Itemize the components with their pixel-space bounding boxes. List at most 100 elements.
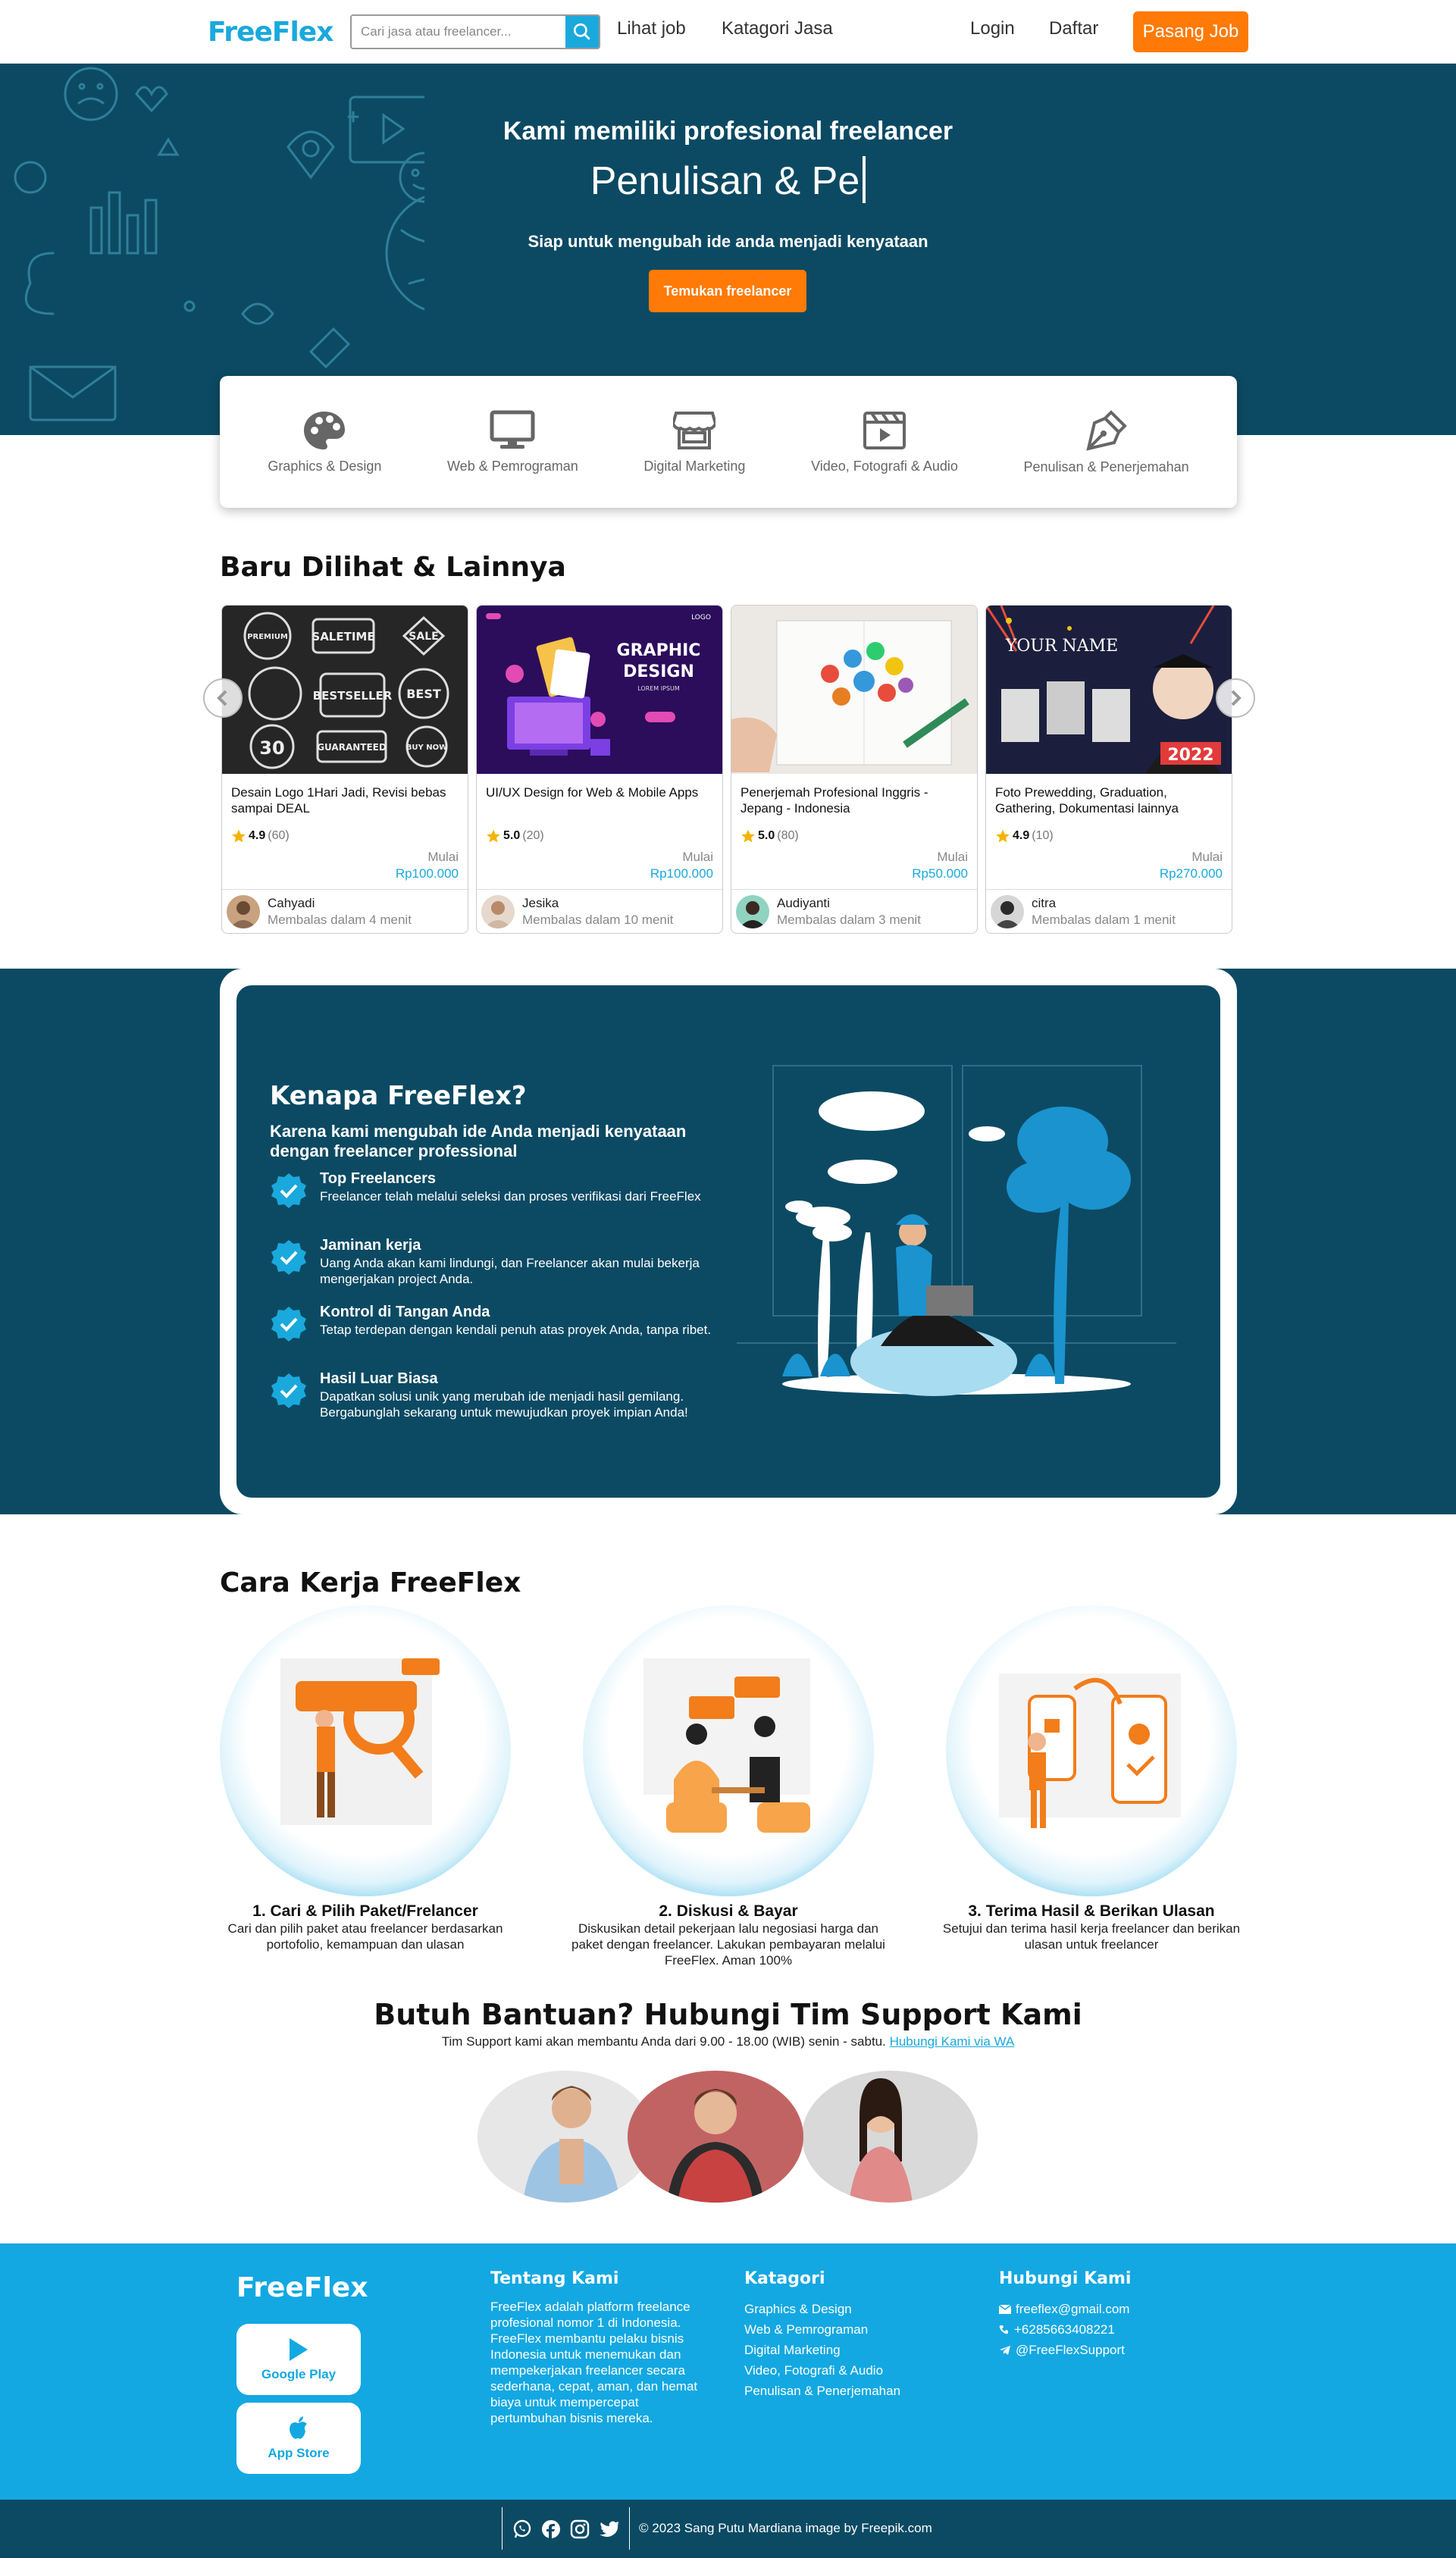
- carousel-prev-button[interactable]: [203, 678, 243, 718]
- telegram-text: @FreeFlexSupport: [1016, 2343, 1125, 2357]
- graphic-text: GRAPHIC: [617, 641, 701, 660]
- step-desc: Cari dan pilih paket atau freelancer ber…: [227, 1921, 503, 1952]
- service-title[interactable]: Foto Prewedding, Graduation, Gathering, …: [995, 784, 1223, 816]
- step-desc: Setujui dan terima hasil kerja freelance…: [942, 1921, 1241, 1952]
- badge-text: SALETIME: [312, 630, 374, 643]
- search-input[interactable]: [352, 16, 565, 48]
- nav-katagori-jasa[interactable]: Katagori Jasa: [722, 18, 833, 39]
- service-rating: 5.0 (20): [486, 828, 544, 844]
- google-play-label: Google Play: [261, 2367, 337, 2381]
- whatsapp-icon[interactable]: [512, 2519, 532, 2539]
- pasang-job-button[interactable]: Pasang Job: [1133, 11, 1248, 52]
- footer-categories: Katagori Graphics & Design Web & Pemrogr…: [744, 2269, 957, 2401]
- recent-section-title: Baru Dilihat & Lainnya: [220, 552, 566, 583]
- badge-text: GUARANTEED: [317, 742, 387, 753]
- price-prefix: Mulai: [1191, 850, 1223, 864]
- feature-desc: Freelancer telah melalui seleksi dan pro…: [320, 1189, 701, 1204]
- service-card[interactable]: GRAPHIC DESIGN LOREM IPSUM LOGO UI/UX De…: [476, 605, 723, 934]
- category-video-fotografi-audio[interactable]: Video, Fotografi & Audio: [811, 410, 958, 474]
- login-link[interactable]: Login: [970, 18, 1015, 39]
- phone-icon: [999, 2325, 1008, 2334]
- rating-count: (80): [777, 829, 799, 842]
- badge-text: BEST: [406, 687, 441, 701]
- category-digital-marketing[interactable]: Digital Marketing: [643, 410, 745, 474]
- footer-category-link[interactable]: Video, Fotografi & Audio: [744, 2360, 957, 2381]
- response-time: Membalas dalam 4 menit: [268, 913, 412, 927]
- search-bar: [350, 14, 600, 49]
- find-freelancer-button[interactable]: Temukan freelancer: [649, 270, 806, 312]
- badge-text: SALE: [409, 631, 438, 643]
- avatar[interactable]: [991, 895, 1024, 928]
- check-badge-icon: [271, 1307, 306, 1342]
- service-title[interactable]: UI/UX Design for Web & Mobile Apps: [486, 784, 713, 800]
- graphic-text: DESIGN: [623, 662, 694, 681]
- service-card[interactable]: PREMIUM SALETIME SALE BESTSELLER BEST 30…: [221, 605, 468, 934]
- bottom-bar: © 2023 Sang Putu Mardiana image by Freep…: [0, 2500, 1456, 2558]
- why-panel: Kenapa FreeFlex? Karena kami mengubah id…: [236, 985, 1220, 1498]
- support-description: Tim Support kami akan membantu Anda dari…: [0, 2034, 1456, 2049]
- logo[interactable]: FreeFlex: [208, 17, 333, 48]
- google-play-icon: [290, 2338, 308, 2361]
- category-penulisan-penerjemahan[interactable]: Penulisan & Penerjemahan: [1024, 409, 1189, 475]
- service-title[interactable]: Desain Logo 1Hari Jadi, Revisi bebas sam…: [231, 784, 459, 816]
- service-rating: 5.0 (80): [741, 828, 799, 844]
- freelancer-name[interactable]: Jesika: [522, 896, 559, 911]
- rating-value: 4.9: [1013, 829, 1030, 842]
- freelancer-name[interactable]: Cahyadi: [268, 896, 315, 911]
- category-graphics-design[interactable]: Graphics & Design: [268, 410, 381, 474]
- palette-icon: [304, 411, 346, 449]
- graphic-text: LOGO: [691, 614, 711, 621]
- app-store-button[interactable]: App Store: [236, 2403, 361, 2474]
- rating-count: (20): [522, 829, 544, 842]
- instagram-icon[interactable]: [570, 2519, 590, 2539]
- category-web-pemrograman[interactable]: Web & Pemrograman: [447, 410, 578, 474]
- recent-carousel: PREMIUM SALETIME SALE BESTSELLER BEST 30…: [220, 605, 1237, 934]
- search-button[interactable]: [565, 16, 599, 48]
- service-card[interactable]: YOUR NAME 2022 Foto Prewedding, Graduati…: [985, 605, 1232, 934]
- divider: [629, 2507, 630, 2550]
- freelancer-name[interactable]: citra: [1032, 896, 1056, 911]
- telegram-item[interactable]: @FreeFlexSupport: [999, 2340, 1226, 2360]
- nav-lihat-job[interactable]: Lihat job: [617, 18, 686, 39]
- facebook-icon[interactable]: [541, 2519, 561, 2539]
- avatar[interactable]: [227, 895, 260, 928]
- step-title: 2. Diskusi & Bayar: [659, 1902, 798, 1920]
- service-title[interactable]: Penerjemah Profesional Inggris - Jepang …: [741, 784, 968, 816]
- service-rating: 4.9 (60): [231, 828, 290, 844]
- why-title: Kenapa FreeFlex?: [270, 1081, 527, 1111]
- freelancer-name[interactable]: Audiyanti: [777, 896, 830, 911]
- badge-text: BESTSELLER: [313, 689, 393, 703]
- pen-nib-icon: [1085, 409, 1127, 451]
- telegram-icon: [1000, 2345, 1010, 2355]
- footer-logo[interactable]: FreeFlex: [236, 2272, 368, 2303]
- footer-category-link[interactable]: Web & Pemrograman: [744, 2319, 957, 2340]
- navbar: FreeFlex Lihat job Katagori Jasa Login D…: [0, 0, 1456, 64]
- avatar[interactable]: [481, 895, 515, 928]
- google-play-button[interactable]: Google Play: [236, 2324, 361, 2395]
- service-card[interactable]: Penerjemah Profesional Inggris - Jepang …: [731, 605, 978, 934]
- avatar[interactable]: [736, 895, 769, 928]
- footer-category-link[interactable]: Graphics & Design: [744, 2299, 957, 2319]
- price-prefix: Mulai: [427, 850, 459, 864]
- daftar-link[interactable]: Daftar: [1049, 18, 1098, 39]
- feature-title: Top Freelancers: [320, 1170, 437, 1187]
- how-section-title: Cara Kerja FreeFlex: [220, 1567, 521, 1598]
- rating-value: 5.0: [503, 829, 521, 842]
- feature-desc: Tetap terdepan dengan kendali penuh atas…: [320, 1323, 712, 1337]
- service-rating: 4.9 (10): [995, 828, 1054, 844]
- footer-category-link[interactable]: Penulisan & Penerjemahan: [744, 2381, 957, 2401]
- footer-category-link[interactable]: Digital Marketing: [744, 2340, 957, 2360]
- footer-contact: Hubungi Kami freeflex@gmail.com +6285663…: [999, 2269, 1226, 2360]
- email-item[interactable]: freeflex@gmail.com: [999, 2299, 1226, 2319]
- step-item: 3. Terima Hasil & Berikan Ulasan Setujui…: [932, 1605, 1251, 1952]
- whatsapp-link[interactable]: Hubungi Kami via WA: [890, 2034, 1015, 2049]
- badge-text: 30: [259, 737, 284, 759]
- service-thumbnail: GRAPHIC DESIGN LOREM IPSUM LOGO: [477, 606, 722, 774]
- copyright-text: © 2023 Sang Putu Mardiana image by Freep…: [639, 2521, 932, 2535]
- category-label: Graphics & Design: [268, 458, 382, 474]
- badge-text: BUY NOW: [406, 744, 447, 752]
- twitter-icon[interactable]: [599, 2521, 620, 2539]
- carousel-next-button[interactable]: [1216, 678, 1255, 718]
- step-title: 1. Cari & Pilih Paket/Frelancer: [252, 1902, 478, 1920]
- phone-item[interactable]: +6285663408221: [999, 2319, 1226, 2340]
